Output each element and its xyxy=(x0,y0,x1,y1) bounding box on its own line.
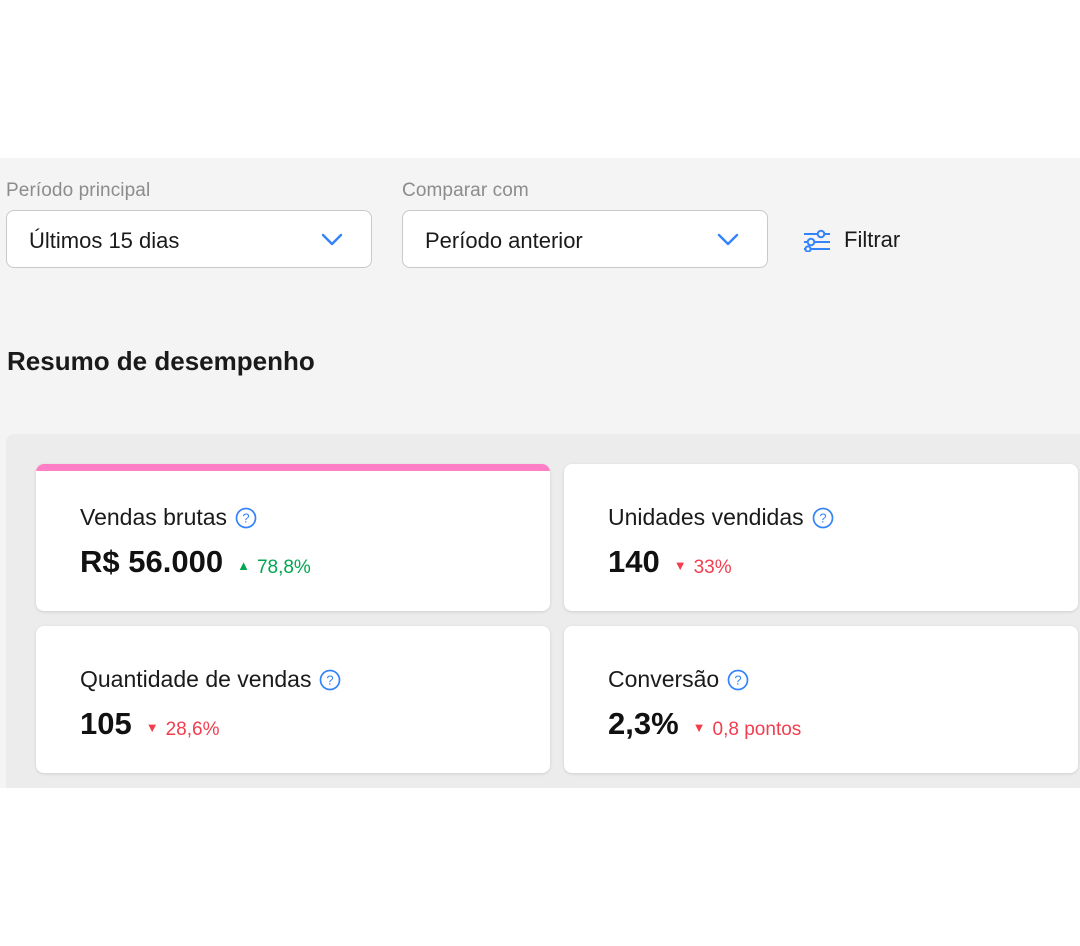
metric-card-title-wrap: Quantidade de vendas ? xyxy=(80,666,341,693)
metric-card-delta-value: 28,6% xyxy=(165,718,220,740)
metric-card-value-row: 2,3% ▼ 0,8 pontos xyxy=(608,706,801,742)
svg-text:?: ? xyxy=(819,510,826,525)
compare-period-select[interactable]: Período anterior xyxy=(402,210,768,268)
metric-card-title-wrap: Conversão ? xyxy=(608,666,749,693)
metric-card-value-row: R$ 56.000 ▲ 78,8% xyxy=(80,544,311,580)
metric-card-units-sold: Unidades vendidas ? 140 ▼ 33% xyxy=(564,464,1078,611)
metric-card-delta: ▼ 33% xyxy=(674,557,732,579)
filter-button[interactable]: Filtrar xyxy=(802,224,900,256)
primary-period-value: Últimos 15 dias xyxy=(29,228,180,253)
chevron-down-icon xyxy=(321,233,343,246)
sliders-icon xyxy=(804,229,830,252)
trend-down-icon: ▼ xyxy=(145,720,159,735)
metric-card-conversion: Conversão ? 2,3% ▼ 0,8 pontos xyxy=(564,626,1078,773)
trend-up-icon: ▲ xyxy=(237,558,250,573)
metric-card-title: Conversão xyxy=(608,666,720,692)
primary-period-select[interactable]: Últimos 15 dias xyxy=(6,210,372,268)
metric-card-value: 2,3% xyxy=(608,706,679,741)
metric-card-value-row: 140 ▼ 33% xyxy=(608,544,732,580)
compare-period-label: Comparar com xyxy=(402,180,529,201)
summary-cards-area: Vendas brutas ? R$ 56.000 ▲ 78,8% Unidad… xyxy=(6,434,1080,788)
metric-card-title: Vendas brutas xyxy=(80,504,228,530)
metric-card-value: 105 xyxy=(80,706,132,741)
metric-card-gross-sales: Vendas brutas ? R$ 56.000 ▲ 78,8% xyxy=(36,464,550,611)
trend-down-icon: ▼ xyxy=(692,720,706,735)
metric-card-delta: ▼ 28,6% xyxy=(146,719,220,741)
svg-text:?: ? xyxy=(327,672,334,687)
svg-text:?: ? xyxy=(735,672,742,687)
metric-card-delta-value: 0,8 pontos xyxy=(712,718,802,740)
primary-period-label: Período principal xyxy=(6,180,151,201)
metric-card-sales-count: Quantidade de vendas ? 105 ▼ 28,6% xyxy=(36,626,550,773)
chevron-down-icon xyxy=(717,233,739,246)
metric-card-delta-value: 78,8% xyxy=(256,556,311,578)
metric-card-title: Quantidade de vendas xyxy=(80,666,312,692)
help-circle-icon[interactable]: ? xyxy=(319,669,341,691)
compare-period-value: Período anterior xyxy=(425,228,583,253)
metric-card-value-row: 105 ▼ 28,6% xyxy=(80,706,219,742)
metric-card-title-wrap: Vendas brutas ? xyxy=(80,504,257,531)
section-title: Resumo de desempenho xyxy=(7,346,315,376)
help-circle-icon[interactable]: ? xyxy=(812,507,834,529)
metric-card-delta-value: 33% xyxy=(693,556,732,578)
help-circle-icon[interactable]: ? xyxy=(235,507,257,529)
metric-card-value: 140 xyxy=(608,544,660,579)
trend-down-icon: ▼ xyxy=(673,558,687,573)
filter-button-label: Filtrar xyxy=(844,227,901,252)
metric-card-delta: ▼ 0,8 pontos xyxy=(693,719,802,741)
filters-and-summary-panel: Período principal Últimos 15 dias Compar… xyxy=(0,158,1080,788)
metric-card-delta: ▲ 78,8% xyxy=(237,557,311,579)
metric-card-value: R$ 56.000 xyxy=(80,544,224,579)
metric-card-title-wrap: Unidades vendidas ? xyxy=(608,504,834,531)
help-circle-icon[interactable]: ? xyxy=(727,669,749,691)
svg-text:?: ? xyxy=(242,510,249,525)
metric-card-title: Unidades vendidas xyxy=(608,504,804,530)
